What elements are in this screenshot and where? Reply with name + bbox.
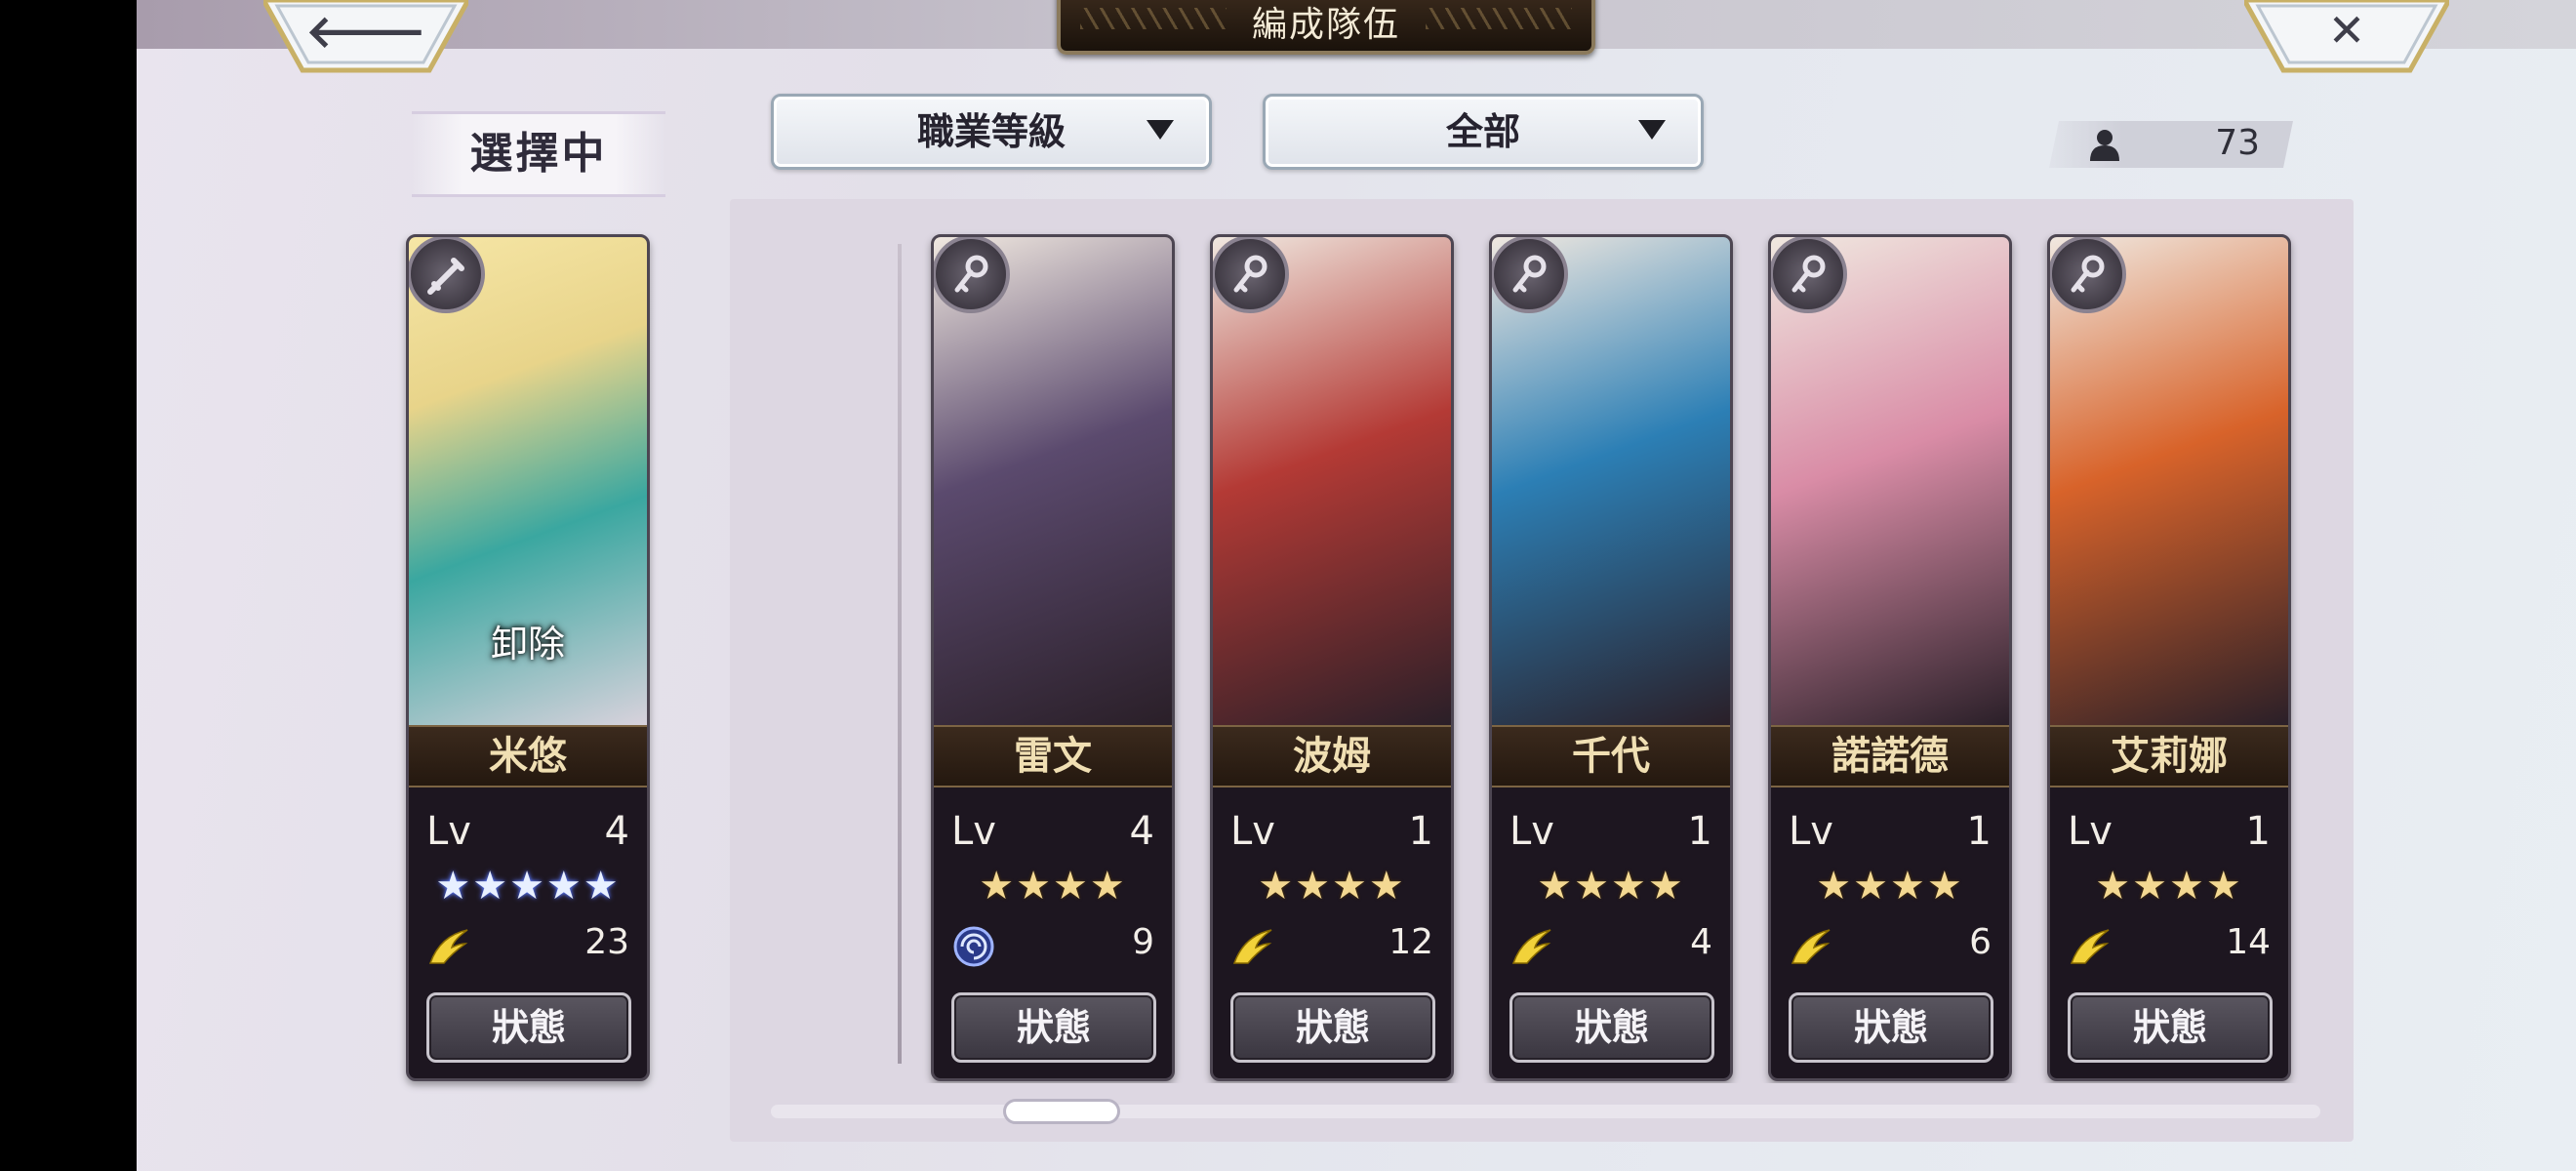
character-name: 雷文 [1014, 733, 1092, 779]
category-dropdown-label: 全部 [1445, 109, 1520, 153]
title-plate: 編成隊伍 [1057, 0, 1595, 55]
status-button[interactable]: 狀態 [426, 992, 631, 1063]
roster-count-value: 73 [2215, 123, 2260, 163]
vortex-element-icon [953, 926, 994, 967]
cost-value: 14 [2226, 922, 2271, 962]
level-label: Lv [2068, 809, 2113, 854]
wind-element-icon [428, 929, 468, 964]
class-badge [409, 237, 485, 313]
character-info: Lv 4 ★★★★★ 23 狀態 [409, 789, 647, 1078]
status-button-label: 狀態 [1295, 1005, 1370, 1049]
release-label[interactable]: 卸除 [409, 614, 647, 667]
wind-element-icon [1791, 929, 1831, 964]
status-button-label: 狀態 [2132, 1005, 2207, 1049]
character-card[interactable]: 諾諾德 Lv 1 ★★★★ 6 狀態 [1768, 234, 2012, 1081]
class-badge [1213, 237, 1289, 313]
character-name: 艾莉娜 [2111, 733, 2228, 779]
character-info: Lv 1 ★★★★ 12 狀態 [1213, 789, 1451, 1078]
screen: 🡐 編成隊伍 ✕ 選擇中 職業等級 全部 73 卸除 米悠 Lv 4 ★★★★★… [137, 0, 2576, 1171]
cost-value: 6 [1969, 922, 1992, 962]
wind-element-icon [2070, 929, 2110, 964]
character-card[interactable]: 雷文 Lv 4 ★★★★ 9 狀態 [931, 234, 1175, 1081]
level-value: 4 [604, 809, 629, 854]
key-icon [1233, 255, 1268, 293]
character-info: Lv 1 ★★★★ 6 狀態 [1771, 789, 2009, 1078]
key-icon [954, 255, 988, 293]
character-roster[interactable]: 雷文 Lv 4 ★★★★ 9 狀態 波姆 Lv 1 ★★★★ 12 狀態 千代 Lv 1 ★★★★ 4 狀態 諾諾德… [781, 224, 2313, 1083]
cost-value: 12 [1389, 922, 1433, 962]
cost-value: 4 [1690, 922, 1712, 962]
back-arrow-icon: 🡐 [305, 5, 426, 58]
rarity-stars: ★★★★★ [435, 864, 621, 909]
status-button-label: 狀態 [1016, 1005, 1091, 1049]
chevron-down-icon [1638, 120, 1666, 140]
chevron-down-icon [1147, 120, 1174, 140]
status-button-label: 狀態 [491, 1005, 566, 1049]
level-label: Lv [1509, 809, 1554, 854]
level-label: Lv [951, 809, 996, 854]
class-badge [934, 237, 1010, 313]
status-button[interactable]: 狀態 [951, 992, 1156, 1063]
sword-icon [427, 258, 464, 295]
roster-count: 73 [2049, 121, 2293, 168]
character-name-bar: 雷文 [934, 725, 1172, 787]
level-value: 1 [1966, 809, 1992, 854]
status-button[interactable]: 狀態 [1230, 992, 1435, 1063]
level-value: 1 [1408, 809, 1433, 854]
status-button[interactable]: 狀態 [1509, 992, 1714, 1063]
status-button[interactable]: 狀態 [1789, 992, 1993, 1063]
character-name-bar: 千代 [1492, 725, 1730, 787]
rarity-stars: ★★★★ [1816, 864, 1964, 909]
character-info: Lv 1 ★★★★ 4 狀態 [1492, 789, 1730, 1078]
cost-value: 9 [1132, 922, 1154, 962]
roster-scroll-thumb[interactable] [1003, 1099, 1120, 1124]
character-name-bar: 米悠 [409, 725, 647, 787]
rarity-stars: ★★★★ [979, 864, 1127, 909]
selected-label: 選擇中 [412, 111, 665, 197]
character-name: 米悠 [489, 733, 567, 779]
selected-character-card[interactable]: 卸除 米悠 Lv 4 ★★★★★ 23 狀態 [406, 234, 650, 1081]
wind-element-icon [1232, 929, 1272, 964]
class-badge [2050, 237, 2126, 313]
character-name-bar: 波姆 [1213, 725, 1451, 787]
status-button-label: 狀態 [1853, 1005, 1928, 1049]
class-badge [1492, 237, 1568, 313]
character-card[interactable]: 千代 Lv 1 ★★★★ 4 狀態 [1489, 234, 1733, 1081]
character-name: 諾諾德 [1831, 733, 1949, 779]
close-icon: ✕ [2327, 4, 2366, 57]
person-icon [2090, 130, 2119, 161]
character-card[interactable]: 波姆 Lv 1 ★★★★ 12 狀態 [1210, 234, 1454, 1081]
key-icon [1791, 255, 1826, 293]
character-name: 波姆 [1293, 733, 1371, 779]
back-button[interactable]: 🡐 [263, 0, 468, 74]
character-info: Lv 4 ★★★★ 9 狀態 [934, 789, 1172, 1078]
key-icon [2071, 255, 2105, 293]
category-dropdown[interactable]: 全部 [1263, 94, 1704, 170]
character-name-bar: 諾諾德 [1771, 725, 2009, 787]
level-value: 4 [1129, 809, 1154, 854]
key-icon [1512, 255, 1547, 293]
level-value: 1 [1687, 809, 1712, 854]
class-badge [1771, 237, 1847, 313]
rarity-stars: ★★★★ [1258, 864, 1406, 909]
cost-value: 23 [584, 922, 629, 962]
level-value: 1 [2245, 809, 2271, 854]
level-label: Lv [426, 809, 471, 854]
sort-dropdown-label: 職業等級 [916, 109, 1066, 153]
selected-label-text: 選擇中 [469, 129, 608, 179]
page-title: 編成隊伍 [1251, 5, 1400, 45]
character-name: 千代 [1572, 733, 1650, 779]
level-label: Lv [1230, 809, 1275, 854]
character-name-bar: 艾莉娜 [2050, 725, 2288, 787]
wind-element-icon [1511, 929, 1551, 964]
status-button-label: 狀態 [1574, 1005, 1649, 1049]
character-card[interactable]: 艾莉娜 Lv 1 ★★★★ 14 狀態 [2047, 234, 2291, 1081]
level-label: Lv [1789, 809, 1833, 854]
status-button[interactable]: 狀態 [2068, 992, 2273, 1063]
rarity-stars: ★★★★ [1537, 864, 1685, 909]
rarity-stars: ★★★★ [2095, 864, 2243, 909]
sort-dropdown[interactable]: 職業等級 [771, 94, 1212, 170]
character-info: Lv 1 ★★★★ 14 狀態 [2050, 789, 2288, 1078]
close-button[interactable]: ✕ [2244, 0, 2449, 74]
